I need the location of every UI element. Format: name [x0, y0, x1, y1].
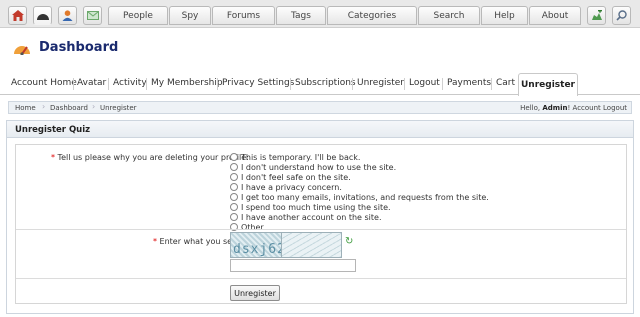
radio-button[interactable]	[230, 193, 238, 201]
radio-button[interactable]	[230, 183, 238, 191]
page-title: Dashboard	[39, 40, 119, 55]
nav-tab-tags[interactable]: Tags	[276, 6, 326, 25]
dashboard-tabs: Account Home Avatar Activity My Membersh…	[0, 73, 640, 96]
nav-tab-about[interactable]: About	[529, 6, 581, 25]
breadcrumb-separator-icon: ›	[42, 102, 46, 111]
reason-option[interactable]: I don't feel safe on the site.	[230, 172, 351, 182]
tab-divider	[217, 78, 218, 90]
dashboard-logo-icon	[12, 41, 32, 56]
option-label: I have another account on the site.	[241, 212, 382, 222]
unregister-form: * Tell us please why you are deleting yo…	[15, 144, 627, 304]
reason-option[interactable]: Other.	[230, 222, 266, 232]
option-label: I don't understand how to use the site.	[241, 162, 397, 172]
radio-button[interactable]	[230, 173, 238, 181]
reason-label: * Tell us please why you are deleting yo…	[51, 153, 249, 162]
option-label: I get too many emails, invitations, and …	[241, 192, 489, 202]
nav-tab-categories[interactable]: Categories	[327, 6, 417, 25]
reason-option[interactable]: I spend too much time using the site.	[230, 202, 391, 212]
breadcrumb-dashboard[interactable]: Dashboard	[50, 104, 88, 112]
tab-privacy-settings[interactable]: Privacy Settings	[222, 78, 294, 88]
nav-tab-help[interactable]: Help	[481, 6, 528, 25]
option-label: Other.	[241, 222, 266, 232]
tab-unregister-active[interactable]: Unregister	[518, 73, 578, 96]
tab-my-membership[interactable]: My Membership	[151, 78, 223, 88]
add-icon[interactable]	[587, 6, 606, 25]
unregister-panel: Unregister Quiz * Tell us please why you…	[6, 120, 634, 314]
search-icon[interactable]	[612, 6, 631, 25]
option-label: This is temporary. I'll be back.	[241, 152, 361, 162]
tab-account-home[interactable]: Account Home	[11, 78, 77, 88]
tab-divider	[108, 78, 109, 90]
reason-option[interactable]: I have another account on the site.	[230, 212, 382, 222]
row-divider	[16, 278, 626, 279]
tab-divider	[404, 78, 405, 90]
tab-divider	[73, 78, 74, 90]
tab-payments[interactable]: Payments	[447, 78, 491, 88]
captcha-input[interactable]	[230, 259, 356, 272]
home-icon[interactable]	[8, 6, 27, 25]
tab-divider	[352, 78, 353, 90]
required-mark: *	[153, 237, 157, 246]
panel-title: Unregister Quiz	[7, 121, 633, 138]
refresh-captcha-icon[interactable]: ↻	[345, 237, 355, 247]
required-mark: *	[51, 153, 55, 162]
nav-tab-people[interactable]: People	[108, 6, 168, 25]
page-header: Dashboard	[0, 29, 640, 74]
top-navigation: People Spy Forums Tags Categories Search…	[0, 0, 640, 28]
tab-divider	[290, 78, 291, 90]
breadcrumb-home[interactable]: Home	[15, 104, 36, 112]
breadcrumb: Home › Dashboard › Unregister Hello, Adm…	[8, 101, 632, 114]
nav-tab-search[interactable]: Search	[418, 6, 480, 25]
tab-activity[interactable]: Activity	[113, 78, 147, 88]
reason-option[interactable]: I have a privacy concern.	[230, 182, 342, 192]
radio-button[interactable]	[230, 153, 238, 161]
option-label: I have a privacy concern.	[241, 182, 342, 192]
radio-button[interactable]	[230, 163, 238, 171]
greeting-suffix: !	[567, 104, 571, 112]
tab-cart[interactable]: Cart	[496, 78, 515, 88]
logout-link[interactable]: Logout	[603, 104, 627, 112]
radio-button[interactable]	[230, 213, 238, 221]
reason-option[interactable]: I get too many emails, invitations, and …	[230, 192, 489, 202]
breadcrumb-current: Unregister	[100, 104, 137, 112]
captcha-label-text: Enter what you see:	[159, 237, 240, 246]
tab-subscriptions[interactable]: Subscriptions	[295, 78, 356, 88]
profile-icon[interactable]	[58, 6, 77, 25]
reason-option[interactable]: I don't understand how to use the site.	[230, 162, 396, 172]
mail-icon[interactable]	[83, 6, 102, 25]
row-divider	[16, 229, 626, 230]
captcha-text: dsxj62	[233, 242, 282, 257]
dashboard-icon[interactable]	[33, 6, 52, 25]
user-name: Admin	[542, 104, 568, 112]
breadcrumb-separator-icon: ›	[92, 102, 96, 111]
captcha-image: dsxj62	[230, 232, 282, 258]
nav-tab-spy[interactable]: Spy	[169, 6, 211, 25]
captcha-label: * Enter what you see:	[153, 237, 240, 246]
option-label: I spend too much time using the site.	[241, 202, 391, 212]
reason-label-text: Tell us please why you are deleting your…	[57, 153, 249, 162]
radio-button[interactable]	[230, 203, 238, 211]
tab-logout[interactable]: Logout	[409, 78, 440, 88]
tab-unregister-link[interactable]: Unregister	[357, 78, 404, 88]
tab-divider	[491, 78, 492, 90]
option-label: I don't feel safe on the site.	[241, 172, 351, 182]
captcha-noise	[282, 232, 342, 258]
user-greeting: Hello, Admin! Account Logout	[520, 104, 627, 112]
unregister-button[interactable]: Unregister	[230, 285, 280, 301]
account-link[interactable]: Account	[573, 104, 601, 112]
nav-tab-forums[interactable]: Forums	[212, 6, 275, 25]
reason-option[interactable]: This is temporary. I'll be back.	[230, 152, 360, 162]
tab-divider	[146, 78, 147, 90]
greeting-text: Hello,	[520, 104, 541, 112]
tab-avatar[interactable]: Avatar	[77, 78, 106, 88]
tab-divider	[442, 78, 443, 90]
